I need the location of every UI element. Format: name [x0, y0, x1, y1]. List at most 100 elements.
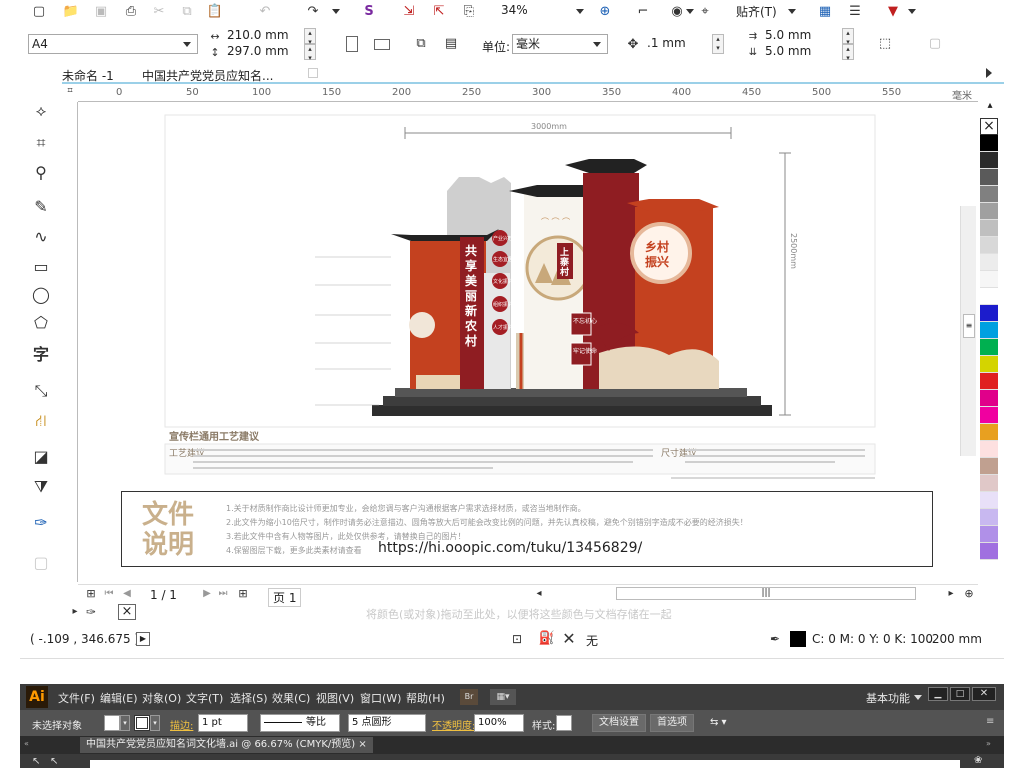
ai-artboard[interactable] [90, 760, 960, 768]
bridge-button[interactable]: Br [460, 689, 478, 705]
export-icon[interactable]: ⇱ [430, 3, 448, 21]
zoom-navigator-icon[interactable]: ⊕ [960, 585, 978, 603]
palette-swatch[interactable] [980, 390, 998, 407]
ellipse-tool-icon[interactable]: ◯ [28, 282, 54, 308]
workspace-dropdown-icon[interactable] [914, 695, 922, 700]
horizontal-ruler[interactable]: 0 50 100 150 200 250 300 350 400 450 500… [78, 86, 978, 102]
page-size-select[interactable]: A4 [28, 34, 198, 54]
ai-menu-help[interactable]: 帮助(H) [406, 690, 445, 706]
zoom-level-field[interactable]: 34% [498, 1, 586, 21]
current-page-icon[interactable]: ▤ [442, 35, 460, 53]
ai-menu-window[interactable]: 窗口(W) [360, 690, 401, 706]
redo-icon[interactable]: ↷ [304, 3, 322, 21]
file-note-url[interactable]: https://hi.ooopic.com/tuku/13456829/ [378, 540, 642, 556]
ai-tab-close-icon[interactable]: × [358, 739, 366, 750]
print-icon[interactable]: ⎙ [122, 3, 140, 21]
add-page-before-icon[interactable]: ⊞ [82, 585, 100, 603]
freehand-tool-icon[interactable]: ✎ [28, 194, 54, 220]
duplicate-y-field[interactable]: 5.0 mm [762, 44, 838, 60]
drop-shadow-icon[interactable]: ◪ [28, 444, 54, 470]
full-screen-icon[interactable]: ⊕ [596, 3, 614, 21]
welcome-screen-icon[interactable]: ▦ [816, 3, 834, 21]
ai-menu-select[interactable]: 选择(S) [230, 690, 268, 706]
palette-swatch[interactable] [980, 220, 998, 237]
fill-swatch[interactable] [104, 715, 120, 731]
palette-scroll-up-icon[interactable]: ▴ [980, 100, 1000, 118]
nudge-field[interactable]: .1 mm [644, 34, 708, 54]
transform-icon[interactable]: ⇆ ▾ [710, 717, 727, 728]
maximize-button[interactable]: □ [950, 687, 970, 701]
arrange-documents-icon[interactable]: ▦▾ [490, 689, 516, 705]
ai-menu-type[interactable]: 文字(T) [186, 690, 223, 706]
ai-active-tab[interactable]: 中国共产党党员应知名词文化墙.ai @ 66.67% (CMYK/预览) × [80, 737, 373, 753]
opacity-label[interactable]: 不透明度: [432, 717, 475, 732]
panels-collapse-icon[interactable]: » [986, 739, 991, 748]
fill-tool-icon[interactable]: ▢ [28, 550, 54, 576]
palette-swatch[interactable] [980, 203, 998, 220]
height-spinner[interactable]: ▴ ▾ [304, 44, 316, 62]
zoom-dropdown-icon[interactable] [576, 9, 584, 14]
palette-swatch[interactable] [980, 169, 998, 186]
publish-pdf-icon[interactable]: ⎘ [460, 3, 478, 21]
no-color-swatch[interactable]: × [980, 118, 998, 135]
stroke-swatch[interactable] [134, 715, 150, 731]
palette-swatch[interactable] [980, 373, 998, 390]
page-options-icon[interactable]: ▢ [926, 35, 944, 53]
palette-swatch[interactable] [980, 424, 998, 441]
width-spinner[interactable]: ▴ ▾ [304, 28, 316, 46]
guidelines-icon[interactable]: ⌖ [696, 3, 714, 21]
search-content-icon[interactable]: S [360, 3, 378, 21]
workspace-switcher[interactable]: 基本功能 [866, 690, 910, 706]
status-play-icon[interactable]: ▶ [136, 632, 150, 646]
tab-document[interactable]: 中国共产党党员应知名... [142, 67, 273, 84]
polygon-tool-icon[interactable]: ⬠ [28, 310, 54, 336]
opacity-field[interactable]: 100% [474, 714, 524, 732]
open-folder-icon[interactable]: 📁 [62, 3, 80, 21]
options-icon[interactable]: ☰ [846, 3, 864, 21]
doc-palette-eyedropper-icon[interactable]: ✑ [82, 603, 100, 621]
shape-tool-icon[interactable]: ⟡ [28, 98, 54, 124]
variable-width-profile[interactable]: 等比 [260, 714, 340, 732]
eyedropper-icon[interactable]: ✑ [28, 510, 54, 536]
all-pages-icon[interactable]: ⧉ [412, 35, 430, 53]
panel-menu-icon[interactable]: ≡ [986, 716, 994, 727]
dimension-tool-icon[interactable]: ⤡ [28, 378, 54, 404]
crop-tool-icon[interactable]: ⌗ [28, 130, 54, 156]
scroll-right-icon[interactable]: ▸ [942, 585, 960, 603]
ai-menu-view[interactable]: 视图(V) [316, 690, 354, 706]
tab-close-icon[interactable] [308, 68, 318, 78]
redo-dropdown-icon[interactable] [332, 9, 340, 14]
last-page-icon[interactable]: ⏭ [214, 585, 232, 603]
ai-selection-tool-icon[interactable]: ↖ [32, 756, 46, 768]
palette-swatch[interactable] [980, 237, 998, 254]
palette-swatch[interactable] [980, 475, 998, 492]
rulers-icon[interactable]: ⌐ [634, 3, 652, 21]
tab-untitled[interactable]: 未命名 -1 [62, 67, 114, 84]
tabs-collapse-icon[interactable]: « [24, 739, 29, 748]
no-color-swatch[interactable]: × [118, 604, 136, 620]
ai-menu-object[interactable]: 对象(O) [142, 690, 181, 706]
launch-dropdown-icon[interactable] [908, 9, 916, 14]
horizontal-scroll-thumb[interactable]: ||| [616, 587, 916, 600]
palette-swatch[interactable] [980, 441, 998, 458]
snap-dropdown-icon[interactable] [788, 9, 796, 14]
cut-icon[interactable]: ✂ [150, 3, 168, 21]
color-palette[interactable]: × [980, 118, 1000, 588]
ai-menu-effect[interactable]: 效果(C) [272, 690, 310, 706]
import-icon[interactable]: ⇲ [400, 3, 418, 21]
palette-swatch[interactable] [980, 254, 998, 271]
save-icon[interactable]: ▣ [92, 3, 110, 21]
rectangle-tool-icon[interactable]: ▭ [28, 254, 54, 280]
vertical-ruler[interactable] [62, 102, 78, 582]
palette-swatch[interactable] [980, 492, 998, 509]
palette-swatch[interactable] [980, 305, 998, 322]
page-width-field[interactable]: 210.0 mm [224, 28, 302, 44]
preferences-button[interactable]: 首选项 [650, 714, 694, 732]
landscape-icon[interactable] [374, 39, 390, 50]
transparency-icon[interactable]: ⧩ [28, 474, 54, 500]
tab-scroll-right-icon[interactable] [986, 68, 992, 78]
ai-color-panel-icon[interactable]: ❀ [974, 755, 982, 766]
palette-swatch[interactable] [980, 458, 998, 475]
copy-icon[interactable]: ⧉ [178, 3, 196, 21]
undo-icon[interactable]: ↶ [256, 3, 274, 21]
